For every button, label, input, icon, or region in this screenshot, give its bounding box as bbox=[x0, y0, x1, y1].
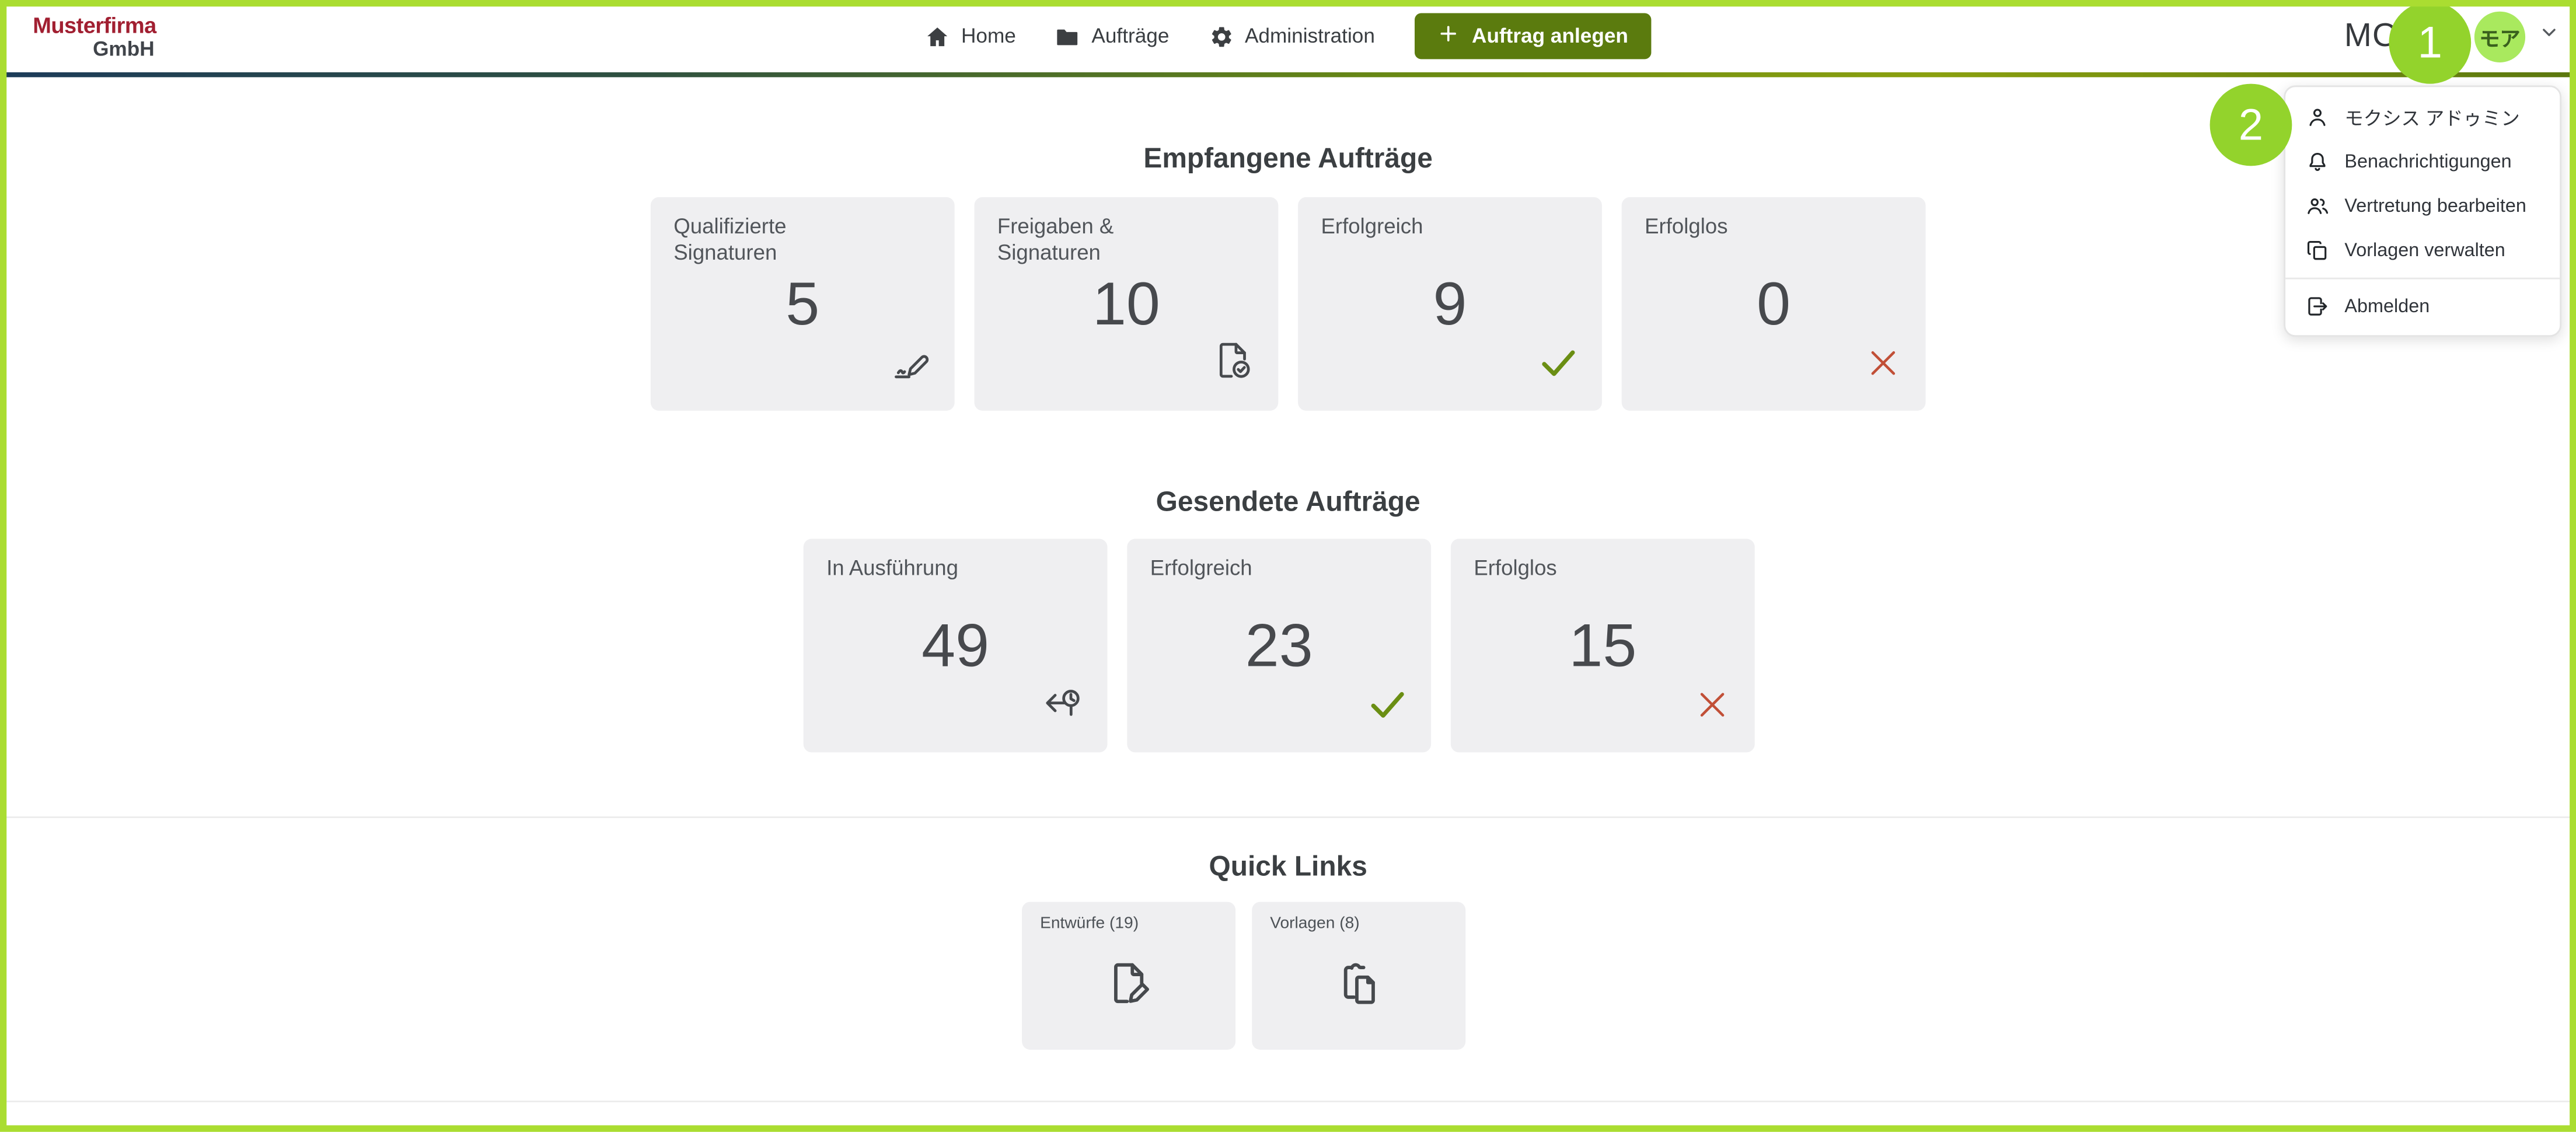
nav-administration-label: Administration bbox=[1245, 25, 1375, 47]
nav-home-label: Home bbox=[961, 25, 1016, 47]
quick-links-row: Entwürfe (19) Vorlagen (8) bbox=[0, 902, 2576, 1050]
card-title: Erfolgreich bbox=[1150, 555, 1350, 581]
card-title: Erfolglos bbox=[1474, 555, 1674, 581]
logo-line2: GmbH bbox=[33, 40, 154, 61]
menu-item-abmelden[interactable]: Abmelden bbox=[2285, 284, 2560, 329]
menu-item-benachrichtigungen-label: Benachrichtigungen bbox=[2344, 152, 2511, 172]
nav-administration[interactable]: Administration bbox=[1209, 24, 1375, 48]
people-icon bbox=[2305, 194, 2330, 218]
received-cards-row: Qualifizierte Signaturen 5 Freigaben & S… bbox=[0, 197, 2576, 411]
header-accent-border bbox=[0, 72, 2576, 77]
menu-item-vertretung[interactable]: Vertretung bearbeiten bbox=[2285, 184, 2560, 228]
card-value: 23 bbox=[1127, 615, 1431, 676]
stat-card-freigaben-signaturen[interactable]: Freigaben & Signaturen 10 bbox=[974, 197, 1278, 411]
create-order-label: Auftrag anlegen bbox=[1472, 25, 1628, 47]
user-dropdown-menu: モクシス アドゥミン Benachrichtigungen Vertretung… bbox=[2284, 85, 2561, 337]
chevron-down-icon[interactable] bbox=[2539, 22, 2560, 51]
home-icon bbox=[925, 24, 950, 48]
stat-card-received-erfolgreich[interactable]: Erfolgreich 9 bbox=[1298, 197, 1602, 411]
file-signature-icon bbox=[887, 338, 931, 391]
create-order-button[interactable]: Auftrag anlegen bbox=[1414, 13, 1651, 60]
stat-card-in-ausfuehrung[interactable]: In Ausführung 49 bbox=[804, 539, 1108, 752]
person-icon bbox=[2305, 105, 2330, 130]
nav-auftraege-label: Aufträge bbox=[1091, 25, 1169, 47]
menu-item-vorlagen-label: Vorlagen verwalten bbox=[2344, 240, 2505, 260]
annotation-2-label: 2 bbox=[2239, 99, 2263, 150]
menu-item-abmelden-label: Abmelden bbox=[2344, 296, 2430, 316]
annotation-circle-1: 1 bbox=[2389, 2, 2471, 84]
footer-divider bbox=[0, 1100, 2576, 1102]
menu-divider bbox=[2285, 278, 2560, 279]
section-title-received: Empfangene Aufträge bbox=[0, 143, 2576, 176]
nav-home[interactable]: Home bbox=[925, 24, 1016, 48]
scaled-viewport: Musterfirma GmbH Home Aufträge Admini bbox=[0, 0, 2576, 1132]
card-title: In Ausführung bbox=[826, 555, 1027, 581]
menu-item-benachrichtigungen[interactable]: Benachrichtigungen bbox=[2285, 139, 2560, 184]
logo-line1: Musterfirma bbox=[33, 15, 154, 38]
x-icon bbox=[1692, 685, 1732, 733]
card-value: 5 bbox=[651, 274, 955, 334]
stat-card-sent-erfolgreich[interactable]: Erfolgreich 23 bbox=[1127, 539, 1431, 752]
card-title: Qualifizierte Signaturen bbox=[673, 214, 874, 264]
section-title-quick-links: Quick Links bbox=[0, 851, 2576, 883]
avatar[interactable]: モア bbox=[2474, 11, 2525, 61]
annotation-1-label: 1 bbox=[2418, 18, 2442, 68]
gear-icon bbox=[1209, 24, 1233, 48]
sent-cards-row: In Ausführung 49 Erfolgreich 23 Erfolglo… bbox=[0, 539, 2576, 752]
folder-icon bbox=[1055, 24, 1080, 48]
section-divider bbox=[0, 816, 2576, 818]
card-value: 15 bbox=[1451, 615, 1755, 676]
x-icon bbox=[1863, 343, 1903, 391]
stat-card-sent-erfolglos[interactable]: Erfolglos 15 bbox=[1451, 539, 1755, 752]
stat-card-received-erfolglos[interactable]: Erfolglos 0 bbox=[1622, 197, 1926, 411]
main-nav: Home Aufträge Administration Auftrag anl… bbox=[925, 0, 1651, 72]
menu-item-profile-label: モクシス アドゥミン bbox=[2344, 104, 2519, 131]
templates-icon bbox=[1334, 958, 1384, 1016]
card-value: 10 bbox=[974, 274, 1278, 334]
quick-link-vorlagen[interactable]: Vorlagen (8) bbox=[1252, 902, 1465, 1050]
plus-icon bbox=[1437, 23, 1459, 49]
card-title: Freigaben & Signaturen bbox=[997, 214, 1198, 264]
nav-auftraege[interactable]: Aufträge bbox=[1055, 24, 1169, 48]
card-title: Erfolgreich bbox=[1321, 214, 1521, 239]
quick-link-entwuerfe[interactable]: Entwürfe (19) bbox=[1022, 902, 1235, 1050]
app-header: Musterfirma GmbH Home Aufträge Admini bbox=[0, 0, 2576, 72]
check-icon bbox=[1536, 340, 1579, 391]
logout-icon bbox=[2305, 294, 2330, 319]
draft-document-icon bbox=[1103, 958, 1154, 1016]
quick-link-label: Vorlagen (8) bbox=[1270, 915, 1359, 933]
annotation-circle-2: 2 bbox=[2210, 84, 2292, 166]
copy-icon bbox=[2305, 238, 2330, 263]
section-title-sent: Gesendete Aufträge bbox=[0, 486, 2576, 519]
card-value: 49 bbox=[804, 615, 1108, 676]
quick-link-label: Entwürfe (19) bbox=[1040, 915, 1139, 933]
menu-item-profile[interactable]: モクシス アドゥミン bbox=[2285, 95, 2560, 139]
check-icon bbox=[1366, 682, 1408, 732]
pending-clock-icon bbox=[1040, 680, 1084, 733]
card-value: 9 bbox=[1298, 274, 1602, 334]
card-title: Erfolglos bbox=[1645, 214, 1845, 239]
company-logo: Musterfirma GmbH bbox=[33, 15, 154, 61]
dashboard-page: Musterfirma GmbH Home Aufträge Admini bbox=[0, 0, 2576, 1132]
avatar-label: モア bbox=[2479, 20, 2520, 51]
menu-item-vertretung-label: Vertretung bearbeiten bbox=[2344, 196, 2526, 216]
stat-card-qualifizierte-signaturen[interactable]: Qualifizierte Signaturen 5 bbox=[651, 197, 955, 411]
file-check-icon bbox=[1211, 338, 1255, 391]
card-value: 0 bbox=[1622, 274, 1926, 334]
bell-icon bbox=[2305, 149, 2330, 174]
menu-item-vorlagen[interactable]: Vorlagen verwalten bbox=[2285, 228, 2560, 272]
